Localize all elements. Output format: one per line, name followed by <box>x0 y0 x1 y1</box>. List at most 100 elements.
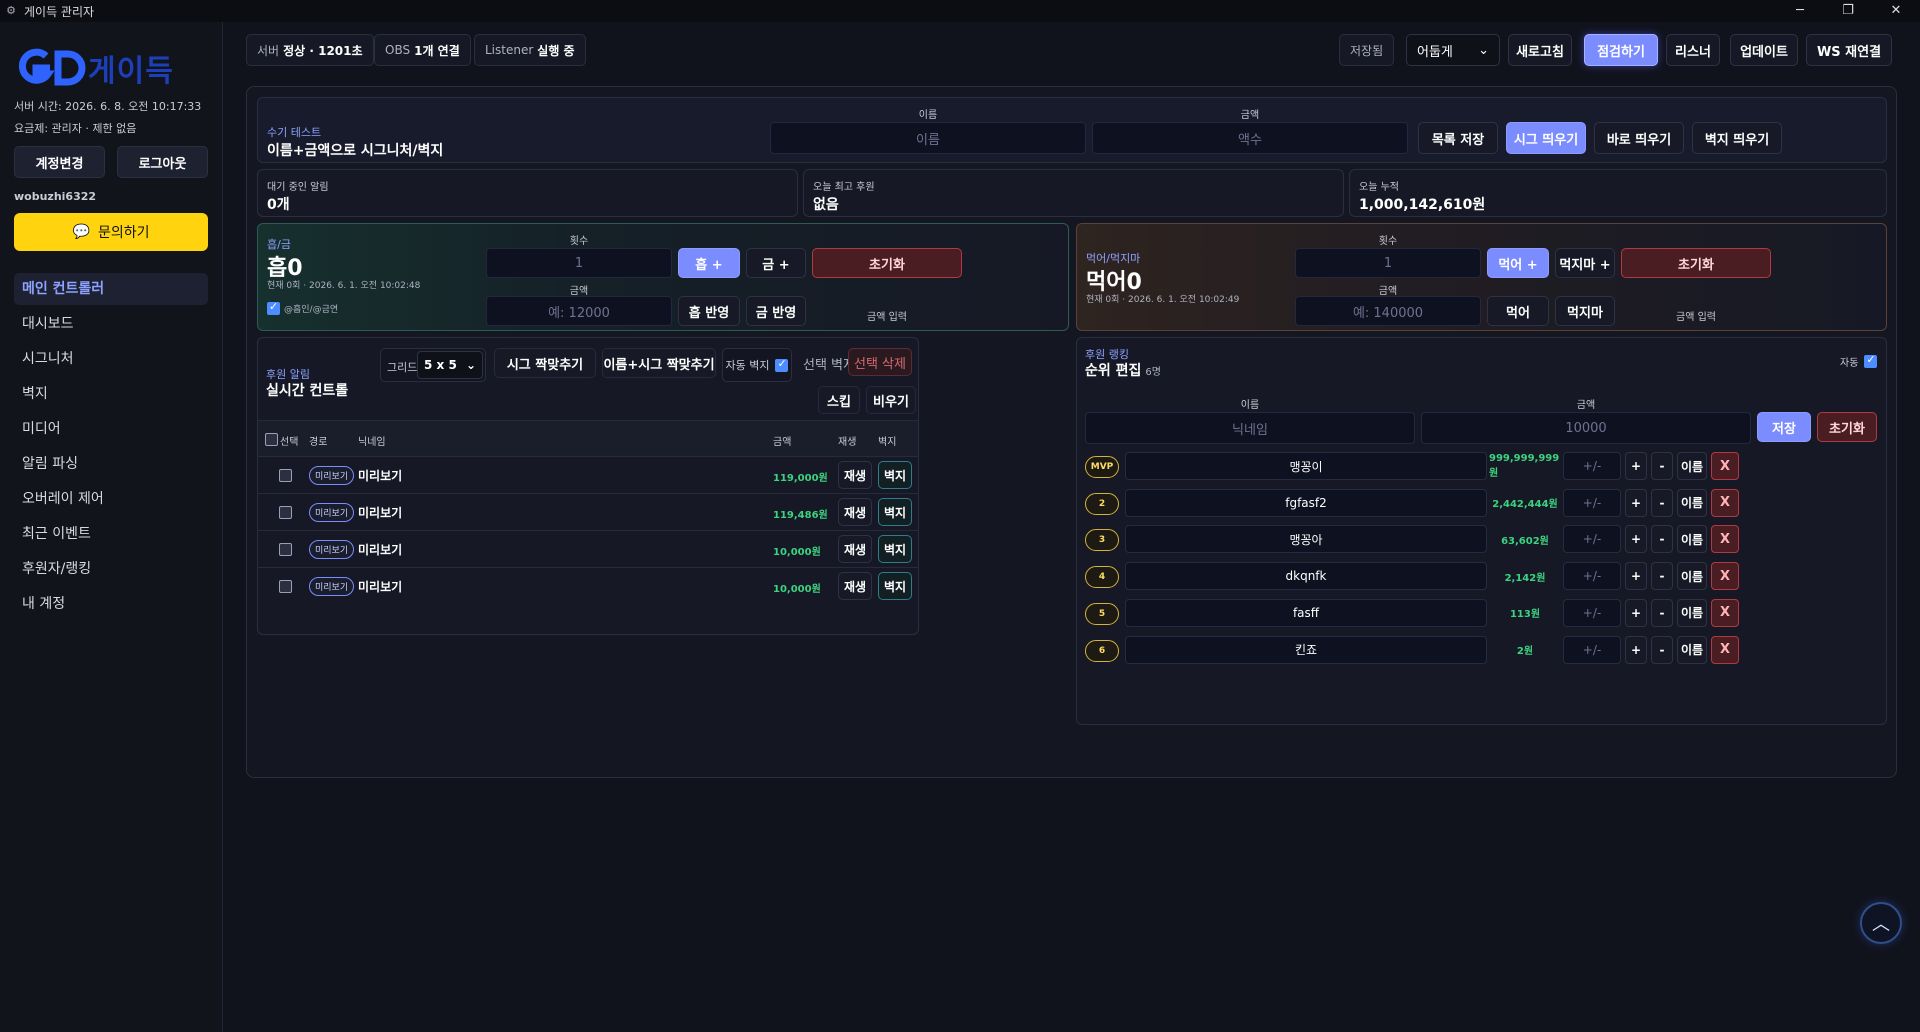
meok-reset-button[interactable]: 초기화 <box>1621 248 1771 278</box>
rank-minus-button[interactable]: - <box>1651 452 1673 480</box>
skip-button[interactable]: 스킵 <box>818 386 860 414</box>
meok-plus-button[interactable]: 먹어 + <box>1487 248 1549 278</box>
ranking-reset-button[interactable]: 초기화 <box>1817 412 1877 442</box>
heum-amount-input[interactable]: 예: 12000 <box>486 296 672 326</box>
show-now-button[interactable]: 바로 띄우기 <box>1594 122 1684 154</box>
row-checkbox[interactable] <box>279 469 292 482</box>
row-checkbox[interactable] <box>279 580 292 593</box>
ranking-auto-toggle[interactable]: 자동 <box>1840 353 1878 369</box>
rank-delete-button[interactable]: X <box>1711 525 1739 554</box>
sidebar-item-my-account[interactable]: 내 계정 <box>14 588 208 620</box>
sidebar-item-alert-parsing[interactable]: 알림 파싱 <box>14 448 208 480</box>
sidebar-item-wallpaper[interactable]: 벽지 <box>14 378 208 410</box>
rank-minus-button[interactable]: - <box>1651 488 1673 517</box>
rank-name-input[interactable]: fgfasf2 <box>1125 488 1487 517</box>
sidebar-item-dashboard[interactable]: 대시보드 <box>14 308 208 340</box>
sidebar-item-signature[interactable]: 시그니처 <box>14 343 208 375</box>
rank-delete-button[interactable]: X <box>1711 562 1739 591</box>
theme-select[interactable]: 어둡게 ⌄ <box>1406 34 1500 66</box>
rank-adjust-input[interactable]: +/- <box>1563 562 1621 591</box>
show-signature-button[interactable]: 시그 띄우기 <box>1506 122 1586 154</box>
refresh-button[interactable]: 새로고침 <box>1508 34 1572 66</box>
meok-count-input[interactable]: 1 <box>1295 248 1481 278</box>
restore-icon[interactable]: ❐ <box>1824 0 1872 22</box>
rank-adjust-input[interactable]: +/- <box>1563 598 1621 627</box>
row-play-button[interactable]: 재생 <box>838 535 872 563</box>
manual-name-input[interactable]: 이름 <box>770 122 1086 154</box>
name-sig-fit-button[interactable]: 이름+시그 짝맞추기 <box>602 348 716 378</box>
select-delete-button[interactable]: 선택 삭제 <box>848 348 912 376</box>
row-play-button[interactable]: 재생 <box>838 572 872 600</box>
rank-name-input[interactable]: 킨죠 <box>1125 635 1487 664</box>
rank-plus-button[interactable]: + <box>1625 635 1647 664</box>
scroll-top-button[interactable]: ︿ <box>1860 902 1902 944</box>
close-icon[interactable]: ✕ <box>1872 0 1920 22</box>
row-play-button[interactable]: 재생 <box>838 498 872 526</box>
rank-minus-button[interactable]: - <box>1651 562 1673 591</box>
manual-amount-input[interactable]: 액수 <box>1092 122 1408 154</box>
clear-button[interactable]: 비우기 <box>866 386 916 414</box>
meokjima-plus-button[interactable]: 먹지마 + <box>1555 248 1615 278</box>
rank-adjust-input[interactable]: +/- <box>1563 525 1621 554</box>
rank-name-input[interactable]: 맹꽁이 <box>1125 452 1487 480</box>
geum-apply-button[interactable]: 금 반영 <box>746 296 806 326</box>
rank-adjust-input[interactable]: +/- <box>1563 488 1621 517</box>
rank-name-button[interactable]: 이름 <box>1677 598 1707 627</box>
sidebar-item-media[interactable]: 미디어 <box>14 413 208 445</box>
update-button[interactable]: 업데이트 <box>1730 34 1798 66</box>
select-all-checkbox[interactable] <box>265 433 278 446</box>
switch-account-button[interactable]: 계정변경 <box>14 146 105 178</box>
listener-button[interactable]: 리스너 <box>1666 34 1720 66</box>
ranking-save-button[interactable]: 저장 <box>1757 412 1811 442</box>
rank-adjust-input[interactable]: +/- <box>1563 452 1621 480</box>
rank-delete-button[interactable]: X <box>1711 598 1739 627</box>
ranking-name-input[interactable]: 닉네임 <box>1085 412 1415 444</box>
heum-checkbox[interactable] <box>267 300 280 315</box>
auto-wall-toggle[interactable]: 자동 벽지 <box>722 348 792 382</box>
rank-minus-button[interactable]: - <box>1651 635 1673 664</box>
rank-name-button[interactable]: 이름 <box>1677 562 1707 591</box>
heum-count-input[interactable]: 1 <box>486 248 672 278</box>
sig-fit-button[interactable]: 시그 짝맞추기 <box>494 348 596 378</box>
rank-name-input[interactable]: dkqnfk <box>1125 562 1487 591</box>
meok-amount-input[interactable]: 예: 140000 <box>1295 296 1481 326</box>
heum-plus-button[interactable]: 흡 + <box>678 248 740 278</box>
rank-name-button[interactable]: 이름 <box>1677 635 1707 664</box>
rank-delete-button[interactable]: X <box>1711 452 1739 480</box>
rank-plus-button[interactable]: + <box>1625 452 1647 480</box>
rank-delete-button[interactable]: X <box>1711 635 1739 664</box>
rank-adjust-input[interactable]: +/- <box>1563 635 1621 664</box>
row-wall-button[interactable]: 벽지 <box>878 498 912 526</box>
sidebar-item-overlay-control[interactable]: 오버레이 제어 <box>14 483 208 515</box>
ranking-auto-checkbox[interactable] <box>1864 353 1878 368</box>
rank-name-button[interactable]: 이름 <box>1677 488 1707 517</box>
sidebar-item-donors-ranking[interactable]: 후원자/랭킹 <box>14 553 208 585</box>
row-checkbox[interactable] <box>279 543 292 556</box>
row-checkbox[interactable] <box>279 506 292 519</box>
sidebar-item-recent-events[interactable]: 최근 이벤트 <box>14 518 208 550</box>
heum-apply-button[interactable]: 흡 반영 <box>678 296 740 326</box>
inquiry-button[interactable]: 💬 문의하기 <box>14 213 208 251</box>
save-list-button[interactable]: 목록 저장 <box>1418 122 1498 154</box>
show-wallpaper-button[interactable]: 벽지 띄우기 <box>1692 122 1782 154</box>
ws-reconnect-button[interactable]: WS 재연결 <box>1806 34 1892 66</box>
rank-plus-button[interactable]: + <box>1625 598 1647 627</box>
heum-reset-button[interactable]: 초기화 <box>812 248 962 278</box>
row-wall-button[interactable]: 벽지 <box>878 461 912 489</box>
rank-name-button[interactable]: 이름 <box>1677 452 1707 480</box>
rank-minus-button[interactable]: - <box>1651 598 1673 627</box>
row-wall-button[interactable]: 벽지 <box>878 535 912 563</box>
grid-select[interactable]: 5 x 5 ⌄ <box>417 351 483 379</box>
logout-button[interactable]: 로그아웃 <box>117 146 208 178</box>
rank-name-input[interactable]: fasff <box>1125 598 1487 627</box>
geum-plus-button[interactable]: 금 + <box>746 248 806 278</box>
meok-apply-button[interactable]: 먹어 <box>1487 296 1549 326</box>
rank-name-input[interactable]: 맹꽁아 <box>1125 525 1487 554</box>
rank-minus-button[interactable]: - <box>1651 525 1673 554</box>
ranking-amount-input[interactable]: 10000 <box>1421 412 1751 444</box>
rank-plus-button[interactable]: + <box>1625 562 1647 591</box>
row-wall-button[interactable]: 벽지 <box>878 572 912 600</box>
auto-wall-checkbox[interactable] <box>775 357 789 372</box>
rank-name-button[interactable]: 이름 <box>1677 525 1707 554</box>
inspect-button[interactable]: 점검하기 <box>1584 34 1658 66</box>
